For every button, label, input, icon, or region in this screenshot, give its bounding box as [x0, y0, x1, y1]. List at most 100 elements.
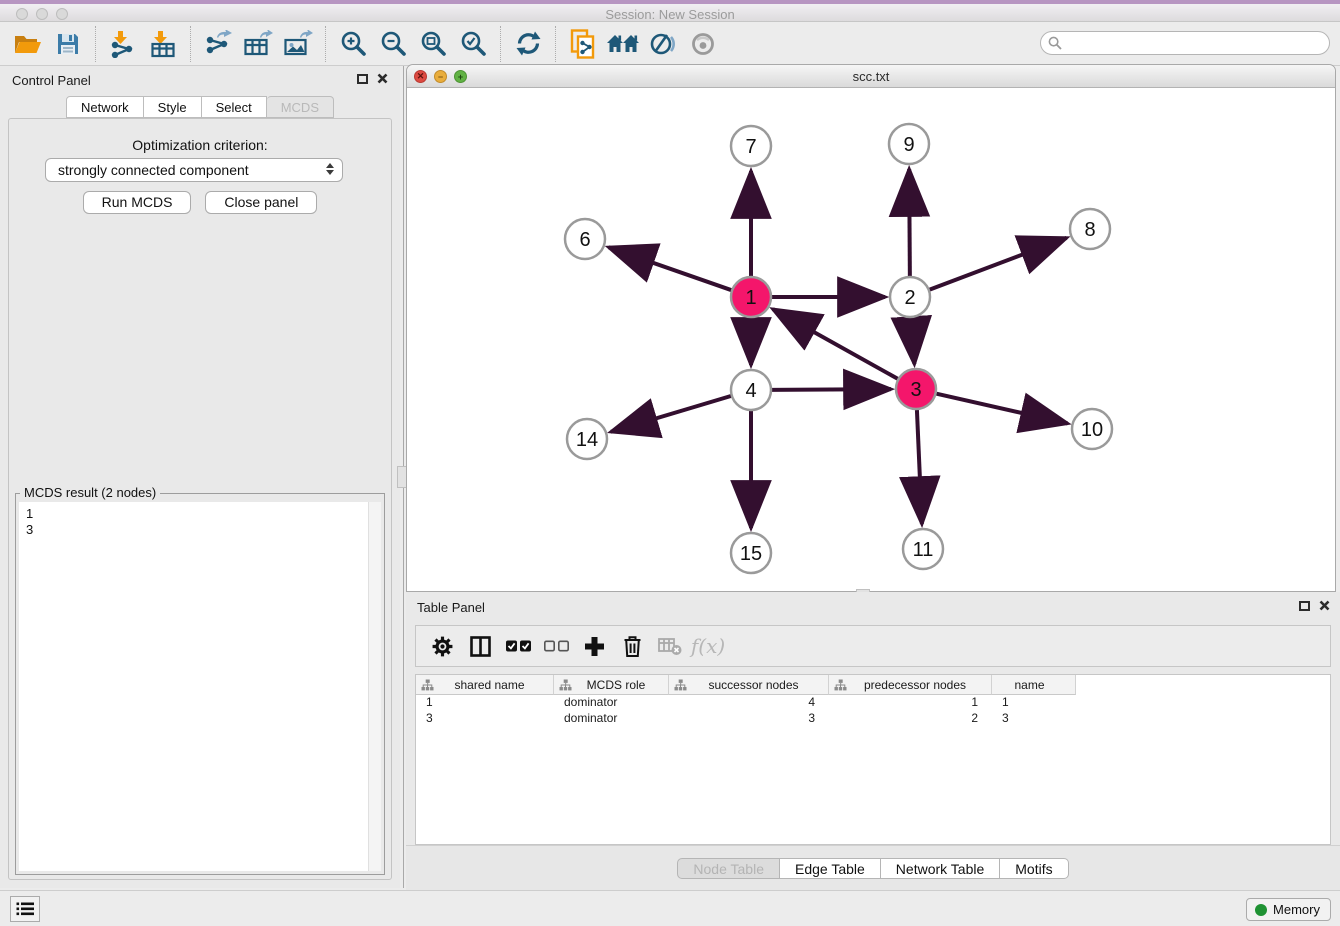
float-table-panel-icon[interactable] [1299, 601, 1310, 611]
table-toolbar: f(x) [415, 625, 1331, 667]
table-tab-strip: Node Table Edge Table Network Table Moti… [406, 845, 1340, 890]
cell-name[interactable]: 3 [992, 711, 1076, 727]
cell-predecessor-nodes[interactable]: 2 [829, 711, 992, 727]
duplicate-network-icon[interactable] [563, 26, 603, 62]
houses-icon[interactable] [603, 26, 643, 62]
save-icon[interactable] [48, 26, 88, 62]
run-mcds-button[interactable]: Run MCDS [83, 191, 192, 214]
tab-mcds[interactable]: MCDS [267, 96, 334, 118]
edge-3-1[interactable] [773, 309, 898, 379]
edge-3-11[interactable] [917, 410, 922, 524]
criterion-dropdown[interactable]: strongly connected component [45, 158, 343, 182]
control-panel-header: Control Panel [0, 66, 400, 94]
tab-network[interactable]: Network [66, 96, 144, 118]
column-header-shared-name[interactable]: shared name [416, 675, 554, 695]
zoom-in-icon[interactable] [333, 26, 373, 62]
memory-label: Memory [1273, 902, 1320, 917]
node-label-11: 11 [913, 539, 934, 561]
result-line: 3 [26, 522, 381, 538]
toolbar-separator [555, 26, 556, 62]
column-header-name[interactable]: name [992, 675, 1076, 695]
float-panel-icon[interactable] [357, 74, 368, 84]
column-header-mcds-role[interactable]: MCDS role [554, 675, 669, 695]
main-toolbar [0, 22, 1340, 66]
tab-select[interactable]: Select [202, 96, 267, 118]
cell-shared-name[interactable]: 3 [416, 711, 554, 727]
eye-icon[interactable] [683, 26, 723, 62]
memory-button[interactable]: Memory [1246, 898, 1331, 921]
list-icon [16, 902, 34, 916]
refresh-icon[interactable] [508, 26, 548, 62]
edge-3-10[interactable] [936, 394, 1067, 424]
table-import-icon[interactable] [143, 26, 183, 62]
gear-icon[interactable] [426, 630, 458, 662]
tree-icon [674, 679, 687, 691]
add-column-icon[interactable] [578, 630, 610, 662]
edge-4-14[interactable] [611, 396, 731, 432]
delete-column-icon[interactable] [616, 630, 648, 662]
table-export-icon[interactable] [238, 26, 278, 62]
search-icon [1048, 36, 1062, 50]
zoom-fit-icon[interactable] [413, 26, 453, 62]
tab-style[interactable]: Style [144, 96, 202, 118]
column-header-predecessor-nodes[interactable]: predecessor nodes [829, 675, 992, 695]
node-label-8: 8 [1084, 219, 1095, 241]
image-export-icon[interactable] [278, 26, 318, 62]
network-import-icon[interactable] [103, 26, 143, 62]
network-canvas[interactable]: 1234678910111415 [407, 88, 1335, 591]
cell-predecessor-nodes[interactable]: 1 [829, 695, 992, 711]
zoom-selected-icon[interactable] [453, 26, 493, 62]
select-all-icon[interactable] [502, 630, 534, 662]
edge-2-3[interactable] [911, 318, 914, 364]
mcds-result-fieldset: MCDS result (2 nodes) 1 3 [15, 493, 385, 875]
edge-4-3[interactable] [772, 389, 891, 390]
mcds-result-legend: MCDS result (2 nodes) [20, 485, 160, 500]
tab-edge-table[interactable]: Edge Table [780, 858, 881, 879]
network-window-title: scc.txt [407, 69, 1335, 84]
open-folder-icon[interactable] [8, 26, 48, 62]
node-label-7: 7 [745, 136, 756, 158]
function-builder-icon[interactable]: f(x) [692, 630, 724, 662]
search-input[interactable] [1067, 33, 1329, 53]
table-row[interactable]: 3 dominator 3 2 3 [416, 711, 1330, 727]
column-header-successor-nodes[interactable]: successor nodes [669, 675, 829, 695]
tree-icon [421, 679, 434, 691]
memory-status-icon [1255, 904, 1267, 916]
zoom-out-icon[interactable] [373, 26, 413, 62]
tab-network-table[interactable]: Network Table [881, 858, 1000, 879]
edge-1-6[interactable] [609, 247, 732, 290]
control-panel-tabs: Network Style Select MCDS [0, 96, 400, 118]
app-titlebar: Session: New Session [0, 0, 1340, 22]
task-history-button[interactable] [10, 896, 40, 922]
tab-node-table[interactable]: Node Table [677, 858, 780, 879]
toolbar-separator [190, 26, 191, 62]
cell-successor-nodes[interactable]: 3 [669, 711, 829, 727]
split-columns-icon[interactable] [464, 630, 496, 662]
network-graph: 1234678910111415 [407, 88, 1335, 592]
table-row[interactable]: 1 dominator 4 1 1 [416, 695, 1330, 711]
toolbar-separator [325, 26, 326, 62]
cell-name[interactable]: 1 [992, 695, 1076, 711]
close-panel-button[interactable]: Close panel [205, 191, 317, 214]
close-table-panel-icon[interactable] [1319, 600, 1330, 611]
network-export-icon[interactable] [198, 26, 238, 62]
delete-table-icon[interactable] [654, 630, 686, 662]
cell-shared-name[interactable]: 1 [416, 695, 554, 711]
result-scrollbar[interactable] [368, 502, 381, 871]
cell-successor-nodes[interactable]: 4 [669, 695, 829, 711]
optimization-criterion-label: Optimization criterion: [9, 137, 391, 153]
cell-mcds-role[interactable]: dominator [554, 695, 669, 711]
network-window-titlebar[interactable]: ✕ − + scc.txt [407, 65, 1335, 88]
close-panel-icon[interactable] [377, 73, 388, 84]
result-line: 1 [26, 506, 381, 522]
edge-2-9[interactable] [909, 169, 910, 276]
cell-mcds-role[interactable]: dominator [554, 711, 669, 727]
deselect-all-icon[interactable] [540, 630, 572, 662]
mcds-result-textarea[interactable]: 1 3 [19, 502, 381, 871]
criterion-value: strongly connected component [58, 162, 249, 178]
tree-icon [834, 679, 847, 691]
tab-motifs[interactable]: Motifs [1000, 858, 1068, 879]
table-panel: Table Panel f(x) [406, 592, 1340, 890]
edge-2-8[interactable] [930, 238, 1067, 290]
eye-slash-icon[interactable] [643, 26, 683, 62]
